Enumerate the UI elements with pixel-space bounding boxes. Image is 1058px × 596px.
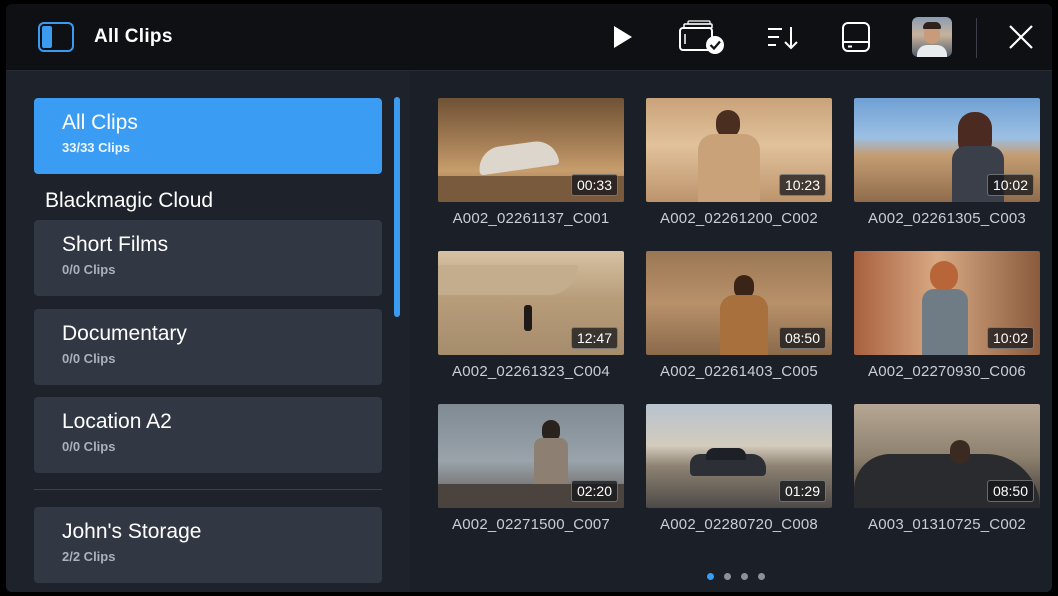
clip-name: A002_02261305_C003 <box>868 210 1026 227</box>
clip-name: A002_02280720_C008 <box>660 516 818 533</box>
avatar[interactable] <box>912 17 952 57</box>
page-dot[interactable] <box>741 573 748 580</box>
clip-tile[interactable]: 00:33 A002_02261137_C001 <box>438 98 624 227</box>
header-divider <box>976 18 977 58</box>
app-window: All Clips All Clips 33/33 Clips Blackmag… <box>6 4 1052 592</box>
clip-duration: 00:33 <box>570 174 618 196</box>
sidebar-item-title: Location A2 <box>62 410 172 433</box>
clip-duration: 10:23 <box>778 174 826 196</box>
clip-grid: 00:33 A002_02261137_C001 10:23 A002_0226… <box>412 71 1052 592</box>
sidebar-item-documentary[interactable]: Documentary 0/0 Clips <box>34 309 382 385</box>
sort-icon[interactable] <box>766 20 798 54</box>
page-dot[interactable] <box>758 573 765 580</box>
clip-thumbnail[interactable]: 02:20 <box>438 404 624 508</box>
clip-name: A002_02261403_C005 <box>660 363 818 380</box>
sidebar-item-count: 0/0 Clips <box>62 439 116 454</box>
clip-tile[interactable]: 10:02 A002_02261305_C003 <box>854 98 1040 227</box>
sidebar-item-count: 0/0 Clips <box>62 262 116 277</box>
clip-tile[interactable]: 12:47 A002_02261323_C004 <box>438 251 624 380</box>
clip-tile[interactable]: 10:23 A002_02261200_C002 <box>646 98 832 227</box>
sidebar-item-count: 2/2 Clips <box>62 549 116 564</box>
storage-drive-icon[interactable] <box>840 20 872 54</box>
sidebar-scrollbar[interactable] <box>394 97 400 317</box>
clip-duration: 08:50 <box>778 327 826 349</box>
clip-duration: 12:47 <box>570 327 618 349</box>
sidebar-item-all-clips[interactable]: All Clips 33/33 Clips <box>34 98 382 174</box>
play-icon[interactable] <box>610 20 636 54</box>
clip-thumbnail[interactable]: 01:29 <box>646 404 832 508</box>
clip-tile[interactable]: 01:29 A002_02280720_C008 <box>646 404 832 533</box>
clip-thumbnail[interactable]: 08:50 <box>854 404 1040 508</box>
sidebar-item-title: All Clips <box>62 111 138 134</box>
sidebar-toggle-icon[interactable] <box>38 22 74 52</box>
sidebar-item-location-a2[interactable]: Location A2 0/0 Clips <box>34 397 382 473</box>
pagination-dots <box>707 567 775 585</box>
clip-tile[interactable]: 08:50 A003_01310725_C002 <box>854 404 1040 533</box>
sidebar-item-count: 0/0 Clips <box>62 351 116 366</box>
page-dot[interactable] <box>707 573 714 580</box>
clip-name: A002_02270930_C006 <box>868 363 1026 380</box>
section-header-cloud: Blackmagic Cloud <box>45 189 214 212</box>
card-check-icon[interactable] <box>678 20 726 54</box>
clip-tile[interactable]: 10:02 A002_02270930_C006 <box>854 251 1040 380</box>
sidebar-divider <box>34 489 382 490</box>
clip-duration: 10:02 <box>986 327 1034 349</box>
clip-name: A003_01310725_C002 <box>868 516 1026 533</box>
clip-name: A002_02261323_C004 <box>452 363 610 380</box>
sidebar-item-short-films[interactable]: Short Films 0/0 Clips <box>34 220 382 296</box>
sidebar-item-title: Short Films <box>62 233 169 256</box>
top-bar: All Clips <box>6 4 1052 71</box>
clip-name: A002_02261137_C001 <box>452 210 610 227</box>
clip-duration: 08:50 <box>986 480 1034 502</box>
sidebar-item-title: John's Storage <box>62 520 202 543</box>
clip-thumbnail[interactable]: 10:02 <box>854 98 1040 202</box>
clip-thumbnail[interactable]: 00:33 <box>438 98 624 202</box>
clip-duration: 02:20 <box>570 480 618 502</box>
sidebar: All Clips 33/33 Clips Blackmagic Cloud S… <box>6 71 410 592</box>
clip-thumbnail[interactable]: 10:23 <box>646 98 832 202</box>
close-icon[interactable] <box>1004 20 1038 54</box>
clip-thumbnail[interactable]: 12:47 <box>438 251 624 355</box>
clip-tile[interactable]: 08:50 A002_02261403_C005 <box>646 251 832 380</box>
sidebar-item-count: 33/33 Clips <box>62 140 130 155</box>
clip-tile[interactable]: 02:20 A002_02271500_C007 <box>438 404 624 533</box>
clip-name: A002_02261200_C002 <box>660 210 818 227</box>
clip-duration: 10:02 <box>986 174 1034 196</box>
sidebar-item-title: Documentary <box>62 322 187 345</box>
clip-name: A002_02271500_C007 <box>452 516 610 533</box>
page-dot[interactable] <box>724 573 731 580</box>
page-title: All Clips <box>94 26 173 47</box>
clip-thumbnail[interactable]: 10:02 <box>854 251 1040 355</box>
clip-duration: 01:29 <box>778 480 826 502</box>
clip-thumbnail[interactable]: 08:50 <box>646 251 832 355</box>
sidebar-item-johns-storage[interactable]: John's Storage 2/2 Clips <box>34 507 382 583</box>
